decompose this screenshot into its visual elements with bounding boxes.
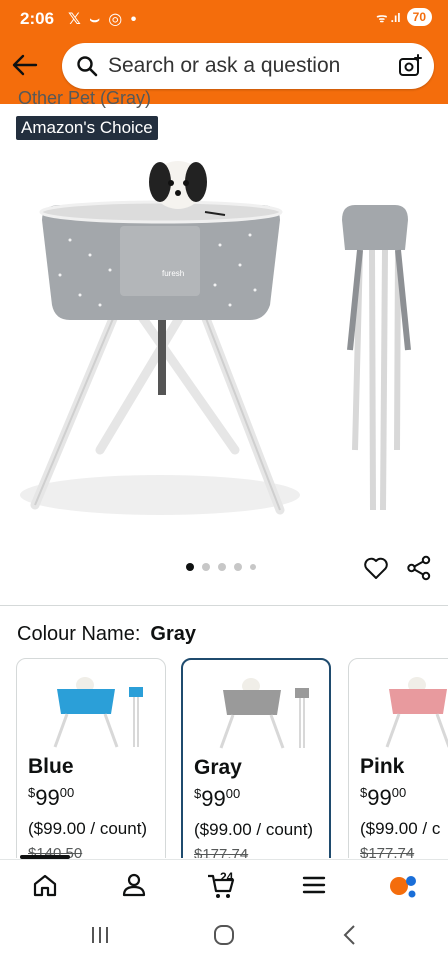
rufus-assistant-icon[interactable]	[388, 870, 418, 900]
amazons-choice-badge: Amazon's Choice	[16, 116, 158, 140]
swatch-unit-price: ($99.00 / count)	[194, 820, 314, 839]
search-bar[interactable]	[62, 43, 434, 89]
search-input[interactable]	[108, 54, 378, 78]
battery-badge: 70	[406, 8, 432, 26]
cart-count-badge: 24	[220, 870, 234, 884]
share-icon[interactable]	[406, 555, 432, 581]
swatch-unit-price: ($99.00 / count)	[28, 819, 148, 838]
status-right: ᯤ .ıl 70	[376, 8, 432, 26]
price-whole: 99	[201, 786, 226, 811]
swatch-price: $9900	[194, 786, 240, 812]
carousel-dot[interactable]	[234, 563, 242, 571]
colour-name-row: Colour Name: Gray	[17, 623, 196, 646]
swatch-price: $9900	[360, 785, 406, 811]
swatch-thumbnail	[219, 678, 309, 749]
swatch-was-price: $177.74	[194, 846, 249, 858]
swatch-card-gray[interactable]: Gray $9900 ($99.00 / count) $177.74	[181, 658, 331, 858]
home-icon[interactable]	[30, 870, 60, 900]
system-navigation-bar	[0, 910, 448, 960]
status-bar: 2:06 𝕏 ⌣ ◎ • ᯤ .ıl 70	[0, 0, 448, 40]
swatch-card-blue[interactable]: Blue $9900 ($99.00 / count) $140.50	[16, 658, 166, 858]
search-icon	[77, 56, 98, 77]
swatch-card-pink[interactable]: Pink $9900 ($99.00 / c $177.74	[348, 658, 448, 858]
back-button[interactable]	[10, 50, 40, 80]
colour-swatch-list[interactable]: Blue $9900 ($99.00 / count) $140.50 Gray…	[16, 658, 448, 858]
swatch-thumbnail	[53, 677, 143, 748]
swatch-unit-price: ($99.00 / c	[360, 819, 441, 838]
home-button-icon[interactable]	[212, 924, 236, 946]
account-icon[interactable]	[119, 870, 149, 900]
colour-name-label: Colour Name:	[17, 623, 141, 645]
selected-colour-value: Gray	[150, 623, 196, 645]
section-divider	[0, 605, 448, 606]
image-carousel-indicator[interactable]	[186, 563, 256, 571]
swatch-name: Pink	[360, 755, 405, 778]
status-time: 2:06	[20, 9, 55, 28]
camera-lens-icon[interactable]	[398, 54, 422, 78]
price-fraction: 00	[59, 785, 75, 800]
swatch-name: Gray	[194, 756, 242, 779]
price-whole: 99	[367, 785, 392, 810]
swatch-name: Blue	[28, 755, 74, 778]
arrow-left-icon	[12, 54, 38, 76]
signal-icon: ᯤ .ıl	[376, 10, 401, 25]
menu-icon[interactable]	[299, 870, 329, 900]
product-title: Other Pet (Gray)	[18, 88, 152, 108]
product-image[interactable]: furesh	[0, 150, 448, 550]
swatch-thumbnail	[385, 677, 448, 748]
swatch-price: $9900	[28, 785, 74, 811]
swatch-was-price: $177.74	[360, 845, 415, 858]
price-whole: 99	[35, 785, 60, 810]
price-fraction: 00	[391, 785, 407, 800]
recent-apps-icon[interactable]	[88, 924, 112, 946]
notification-icons: 𝕏 ⌣ ◎ •	[68, 11, 139, 28]
carousel-dot[interactable]	[186, 563, 194, 571]
back-nav-icon[interactable]	[338, 924, 362, 946]
brand-text: furesh	[162, 269, 184, 278]
price-fraction: 00	[225, 786, 241, 801]
bottom-nav: 24	[0, 859, 448, 909]
heart-icon[interactable]	[363, 555, 389, 581]
carousel-dot[interactable]	[218, 563, 226, 571]
carousel-dot[interactable]	[250, 564, 256, 570]
carousel-dot[interactable]	[202, 563, 210, 571]
